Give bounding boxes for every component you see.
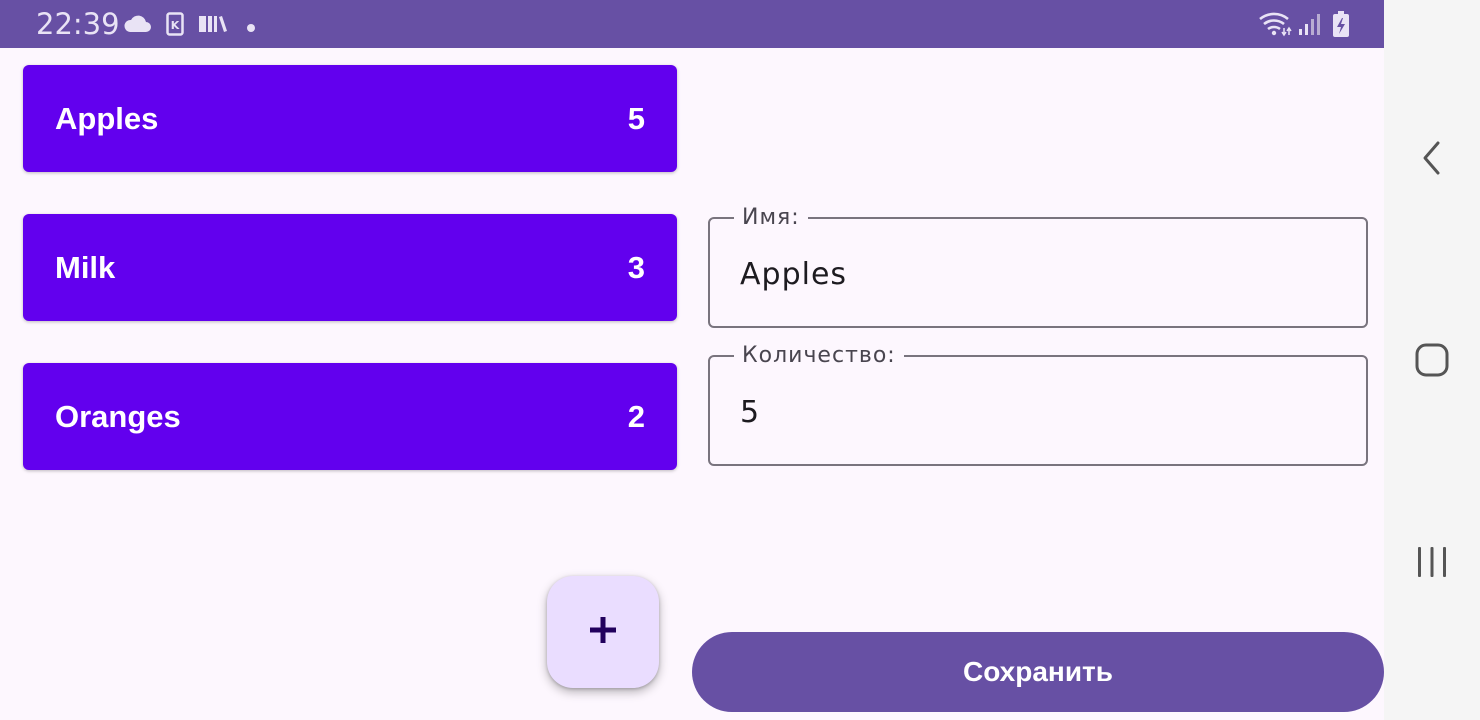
recents-icon — [1415, 545, 1449, 584]
item-quantity: 5 — [627, 100, 645, 136]
save-button[interactable]: Сохранить — [692, 632, 1384, 712]
quantity-field-label: Количество: — [734, 343, 904, 369]
list-item[interactable]: Oranges 2 — [23, 363, 677, 470]
signal-icon — [1298, 12, 1324, 41]
navigation-bar — [1384, 0, 1480, 720]
status-bar: 22:39 K — [0, 0, 1384, 48]
library-icon — [198, 14, 228, 39]
svg-text:K: K — [171, 19, 180, 32]
add-item-button[interactable] — [547, 576, 659, 688]
item-name: Apples — [55, 100, 159, 136]
list-item[interactable]: Apples 5 — [23, 65, 677, 172]
name-input[interactable] — [740, 257, 1340, 293]
notification-dot-icon — [246, 20, 256, 38]
cloud-icon — [122, 14, 152, 39]
recents-button[interactable] — [1402, 534, 1462, 594]
item-quantity: 3 — [627, 249, 645, 285]
status-time: 22:39 — [36, 7, 120, 41]
wifi-icon — [1258, 11, 1292, 42]
item-name: Milk — [55, 249, 116, 285]
item-quantity: 2 — [627, 398, 645, 434]
home-button[interactable] — [1402, 332, 1462, 392]
name-field[interactable]: Имя: — [708, 205, 1368, 328]
home-icon — [1415, 343, 1449, 382]
battery-charging-icon — [1332, 10, 1350, 43]
plus-icon — [589, 616, 617, 649]
item-name: Oranges — [55, 398, 181, 434]
back-button[interactable] — [1402, 130, 1462, 190]
name-field-label: Имя: — [734, 205, 808, 231]
quantity-field[interactable]: Количество: — [708, 343, 1368, 466]
back-icon — [1420, 140, 1444, 181]
quantity-input[interactable] — [740, 395, 1340, 431]
k-app-icon: K — [166, 12, 184, 41]
list-item[interactable]: Milk 3 — [23, 214, 677, 321]
